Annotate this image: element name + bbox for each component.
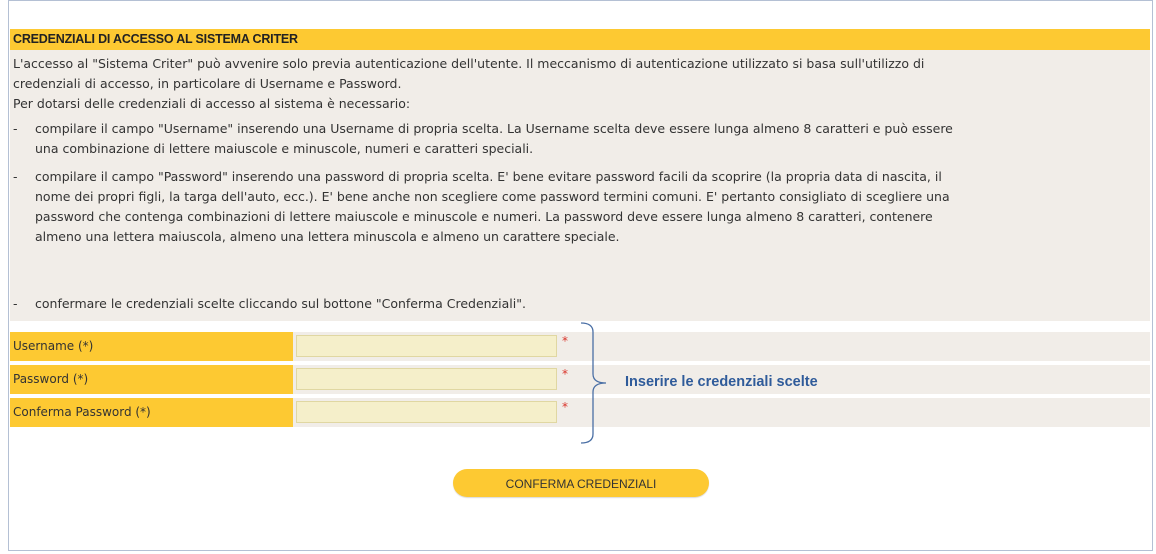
confirm-credentials-button[interactable]: CONFERMA CREDENZIALI: [453, 469, 709, 497]
username-input[interactable]: [296, 335, 557, 357]
list-item-text: password che contenga combinazioni di le…: [35, 209, 933, 224]
list-item-text: compilare il campo "Username" inserendo …: [35, 121, 953, 136]
intro-line-2: credenziali di accesso, in particolare d…: [13, 76, 402, 91]
list-item-text: compilare il campo "Password" inserendo …: [35, 169, 942, 184]
bullet-marker: -: [13, 169, 18, 184]
intro-line-1: L'accesso al "Sistema Criter" può avveni…: [13, 56, 925, 71]
bullet-marker: -: [13, 121, 18, 136]
required-marker: *: [562, 367, 568, 381]
right-brace-icon: [580, 322, 607, 444]
intro-line-3: Per dotarsi delle credenziali di accesso…: [13, 96, 411, 111]
annotation-label: Inserire le credenziali scelte: [625, 374, 818, 390]
list-item-text: nome dei propri figli, la targa dell'aut…: [35, 189, 950, 204]
required-marker: *: [562, 400, 568, 414]
bullet-marker: -: [13, 296, 18, 311]
list-item-text: confermare le credenziali scelte cliccan…: [35, 296, 526, 311]
password-input[interactable]: [296, 368, 557, 390]
instructions-panel: L'accesso al "Sistema Criter" può avveni…: [10, 50, 1150, 321]
confirm-password-label: Conferma Password (*): [10, 398, 293, 427]
list-item-text: una combinazione di lettere maiuscole e …: [35, 141, 534, 156]
password-label: Password (*): [10, 365, 293, 394]
list-item-text: almeno una lettera maiuscola, almeno una…: [35, 229, 620, 244]
section-header: CREDENZIALI DI ACCESSO AL SISTEMA CRITER: [10, 29, 1150, 50]
required-marker: *: [562, 334, 568, 348]
username-label: Username (*): [10, 332, 293, 361]
confirm-password-input[interactable]: [296, 401, 557, 423]
